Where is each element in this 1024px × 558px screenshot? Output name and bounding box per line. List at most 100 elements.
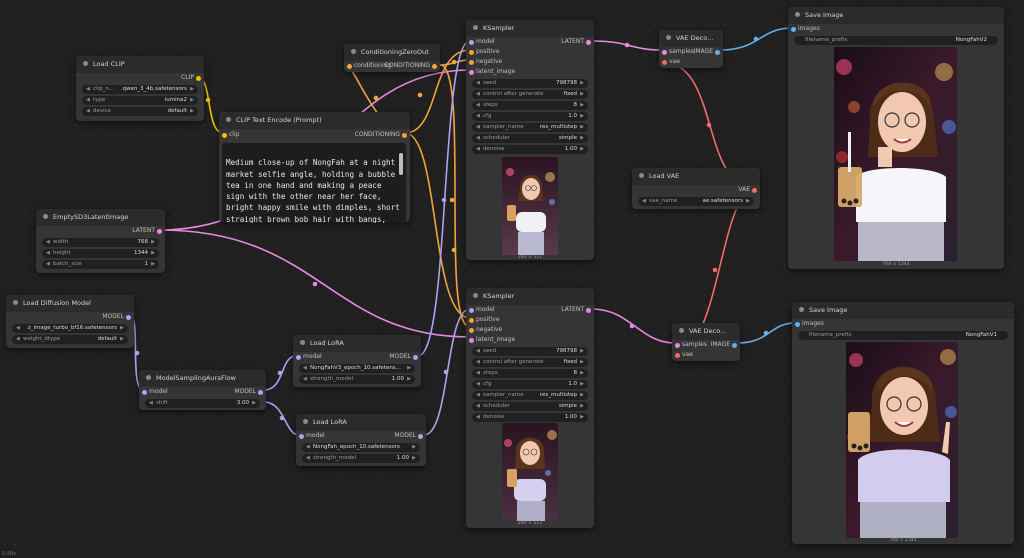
widget-filename-prefix[interactable]: filename_prefix NongFahV2 [794,36,998,45]
latent-output-dot[interactable] [586,308,591,313]
widget-control-after-generate[interactable]: ◀ control after generate fixed ▶ [472,90,588,99]
output-port-latent[interactable]: LATENT [36,226,165,236]
model-input-dot[interactable] [299,434,304,439]
port-row: clip CONDITIONING [219,129,410,141]
widget-strength-model[interactable]: ◀ strength_model 1.00 ▶ [302,454,420,463]
clip-input-dot[interactable] [222,133,227,138]
widget-batch-size[interactable]: ◀ batch_size 1 ▶ [42,260,159,269]
vae-input-dot[interactable] [675,353,680,358]
node-model-sampling-auraflow[interactable]: ModelSamplingAuraFlow model MODEL ◀ shift… [139,370,266,410]
clip-output-dot[interactable] [196,76,201,81]
node-conditioning-zero-out[interactable]: ConditioningZeroOut conditioning CONDITI… [344,44,440,72]
widget-sampler-name[interactable]: ◀ sampler_name res_multistep ▶ [472,391,588,400]
widget-steps[interactable]: ◀ steps 8 ▶ [472,369,588,378]
widget-type[interactable]: ◀ type lumina2 ▶ [82,96,198,105]
model-input-dot[interactable] [296,355,301,360]
negative-input-dot[interactable] [469,328,474,333]
node-title[interactable]: Save Image [788,7,1004,24]
node-title[interactable]: Load LoRA [296,414,426,431]
node-title[interactable]: Load Diffusion Model [6,295,134,312]
node-save-image-2[interactable]: Save Image images filename_prefix NongFah… [792,302,1014,544]
widget-weight-dtype[interactable]: ◀ weight_dtype default ▶ [12,335,128,344]
images-input-dot[interactable] [791,27,796,32]
image-output-dot[interactable] [715,50,720,55]
model-input-dot[interactable] [469,308,474,313]
prompt-scrollbar[interactable] [399,153,403,175]
model-output-dot[interactable] [126,315,131,320]
node-clip-text-encode[interactable]: CLIP Text Encode (Prompt) clip CONDITION… [219,112,410,223]
widget-scheduler[interactable]: ◀ scheduler simple ▶ [472,402,588,411]
node-save-image-1[interactable]: Save Image images filename_prefix NongFah… [788,7,1004,269]
node-ksampler-1[interactable]: KSampler model LATENT positive negative … [466,20,594,260]
node-title[interactable]: Load CLIP [76,56,204,73]
widget-strength-model[interactable]: ◀ strength_model 1.00 ▶ [299,375,415,384]
conditioning-output-dot[interactable] [432,64,437,69]
model-output-dot[interactable] [258,390,263,395]
output-port-model[interactable]: MODEL [6,312,134,322]
conditioning-output-dot[interactable] [402,133,407,138]
node-title[interactable]: KSampler [466,288,594,305]
node-graph-canvas[interactable]: Load CLIP CLIP ◀ clip_n... qwen_3_4b.safet… [0,0,1024,558]
node-vae-decode-1[interactable]: VAE Deco... samples IMAGE vae [659,30,723,68]
vae-output-dot[interactable] [752,188,757,193]
widget-denoise[interactable]: ◀ denoise 1.00 ▶ [472,145,588,154]
widget-control-after-generate[interactable]: ◀ control after generate fixed ▶ [472,358,588,367]
widget-device[interactable]: ◀ device default ▶ [82,107,198,116]
widget-filename-prefix[interactable]: filename_prefix NongFahV1 [798,331,1008,340]
widget-lora-name[interactable]: ◀ NongFah_epoch_10.safetensors ▶ [302,443,420,452]
node-load-vae[interactable]: Load VAE VAE ◀ vae_name ae.safetensors ▶ [632,168,760,209]
widget-vae-name[interactable]: ◀ vae_name ae.safetensors ▶ [638,197,754,206]
node-title[interactable]: EmptySD3LatentImage [36,209,165,226]
output-port-clip[interactable]: CLIP [76,73,204,83]
widget-denoise[interactable]: ◀ denoise 1.00 ▶ [472,413,588,422]
latent-input-dot[interactable] [469,338,474,343]
widget-seed[interactable]: ◀ seed 798798 ▶ [472,347,588,356]
positive-input-dot[interactable] [469,50,474,55]
widget-height[interactable]: ◀ height 1344 ▶ [42,249,159,258]
node-title[interactable]: Save Image [792,302,1014,319]
image-output-dot[interactable] [732,343,737,348]
negative-input-dot[interactable] [469,60,474,65]
model-output-dot[interactable] [413,355,418,360]
samples-input-dot[interactable] [675,343,680,348]
node-load-lora-1[interactable]: Load LoRA model MODEL ◀ NongFahV3_epoch_1… [293,335,421,387]
latent-input-dot[interactable] [469,70,474,75]
prompt-textarea[interactable]: Medium close-up of NongFah at a night ma… [222,143,406,223]
model-output-dot[interactable] [418,434,423,439]
widget-sampler-name[interactable]: ◀ sampler_name res_multistep ▶ [472,123,588,132]
vae-input-dot[interactable] [662,60,667,65]
widget-unet-name[interactable]: ◀ z_image_turbo_bf16.safetensors ▶ [12,324,128,333]
widget-cfg[interactable]: ◀ cfg 1.0 ▶ [472,112,588,121]
positive-input-dot[interactable] [469,318,474,323]
node-title[interactable]: ConditioningZeroOut [344,44,440,61]
widget-shift[interactable]: ◀ shift 3.00 ▶ [145,399,260,408]
node-title[interactable]: Load VAE [632,168,760,185]
images-input-dot[interactable] [795,322,800,327]
widget-lora-name[interactable]: ◀ NongFahV3_epoch_10.safetens... ▶ [299,364,415,373]
node-title[interactable]: VAE Deco... [659,30,723,47]
output-port-vae[interactable]: VAE [632,185,760,195]
node-load-diffusion-model[interactable]: Load Diffusion Model MODEL ◀ z_image_turb… [6,295,134,348]
node-empty-latent[interactable]: EmptySD3LatentImage LATENT ◀ width 768 ▶ ◀ h… [36,209,165,273]
latent-output-dot[interactable] [157,229,162,234]
node-title[interactable]: Load LoRA [293,335,421,352]
model-input-dot[interactable] [469,40,474,45]
node-title[interactable]: CLIP Text Encode (Prompt) [219,112,410,129]
node-vae-decode-2[interactable]: VAE Deco... samples IMAGE vae [672,323,740,361]
widget-seed[interactable]: ◀ seed 798798 ▶ [472,79,588,88]
widget-width[interactable]: ◀ width 768 ▶ [42,238,159,247]
conditioning-input-dot[interactable] [347,64,352,69]
node-title[interactable]: ModelSamplingAuraFlow [139,370,266,387]
node-load-clip[interactable]: Load CLIP CLIP ◀ clip_n... qwen_3_4b.safet… [76,56,204,121]
widget-steps[interactable]: ◀ steps 8 ▶ [472,101,588,110]
latent-output-dot[interactable] [586,40,591,45]
node-title[interactable]: KSampler [466,20,594,37]
widget-cfg[interactable]: ◀ cfg 1.0 ▶ [472,380,588,389]
model-input-dot[interactable] [142,390,147,395]
node-ksampler-2[interactable]: KSampler model LATENT positive negative … [466,288,594,528]
widget-scheduler[interactable]: ◀ scheduler simple ▶ [472,134,588,143]
node-load-lora-2[interactable]: Load LoRA model MODEL ◀ NongFah_epoch_10.… [296,414,426,466]
widget-clip-name[interactable]: ◀ clip_n... qwen_3_4b.safetensors ▶ [82,85,198,94]
node-title[interactable]: VAE Deco... [672,323,740,340]
samples-input-dot[interactable] [662,50,667,55]
